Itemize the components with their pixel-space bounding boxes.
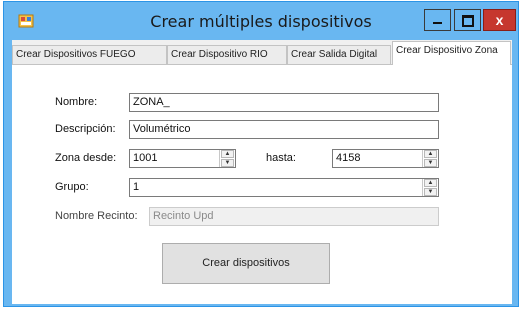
hasta-stepper[interactable]: 4158 ▲ ▼: [332, 149, 439, 168]
spin-up-icon[interactable]: ▲: [424, 150, 437, 158]
spin-down-icon[interactable]: ▼: [424, 159, 437, 167]
nombre-field[interactable]: ZONA_: [129, 93, 439, 112]
hasta-label: hasta:: [266, 152, 296, 164]
spin-up-icon[interactable]: ▲: [221, 150, 234, 158]
tab-strip: Crear Dispositivos FUEGO Crear Dispositi…: [12, 40, 512, 65]
zona-desde-arrows: ▲ ▼: [219, 150, 235, 167]
close-icon: x: [495, 12, 504, 28]
spin-down-icon[interactable]: ▼: [424, 188, 437, 196]
zona-desde-label: Zona desde:: [55, 152, 117, 164]
grupo-stepper[interactable]: 1 ▲ ▼: [129, 178, 439, 197]
grupo-value: 1: [133, 181, 140, 193]
nombre-label: Nombre:: [55, 96, 98, 108]
minimize-button[interactable]: [424, 9, 451, 31]
crear-dispositivos-button[interactable]: Crear dispositivos: [162, 243, 330, 284]
descripcion-field[interactable]: Volumétrico: [129, 120, 439, 139]
tab-crear-dispositivo-rio[interactable]: Crear Dispositivo RIO: [167, 45, 287, 64]
dialog-window: Crear múltiples dispositivos x Crear Dis…: [3, 1, 519, 307]
zona-panel: Nombre: ZONA_ Descripción: Volumétrico Z…: [12, 64, 512, 304]
maximize-button[interactable]: [454, 9, 481, 31]
zona-desde-stepper[interactable]: 1001 ▲ ▼: [129, 149, 236, 168]
close-button[interactable]: x: [483, 9, 516, 31]
grupo-label: Grupo:: [55, 181, 89, 193]
zona-desde-value: 1001: [133, 152, 158, 164]
tab-crear-dispositivos-fuego[interactable]: Crear Dispositivos FUEGO: [12, 45, 167, 64]
recinto-field: Recinto Upd: [149, 207, 439, 226]
tab-crear-salida-digital[interactable]: Crear Salida Digital: [287, 45, 391, 64]
spin-down-icon[interactable]: ▼: [221, 159, 234, 167]
spin-up-icon[interactable]: ▲: [424, 179, 437, 187]
recinto-label: Nombre Recinto:: [55, 210, 138, 222]
grupo-arrows: ▲ ▼: [422, 179, 438, 196]
hasta-arrows: ▲ ▼: [422, 150, 438, 167]
hasta-value: 4158: [336, 152, 361, 164]
client-area: Crear Dispositivos FUEGO Crear Dispositi…: [12, 40, 512, 304]
title-bar[interactable]: Crear múltiples dispositivos x: [4, 2, 518, 40]
descripcion-label: Descripción:: [55, 123, 116, 135]
tab-crear-dispositivo-zona[interactable]: Crear Dispositivo Zona: [392, 41, 511, 65]
